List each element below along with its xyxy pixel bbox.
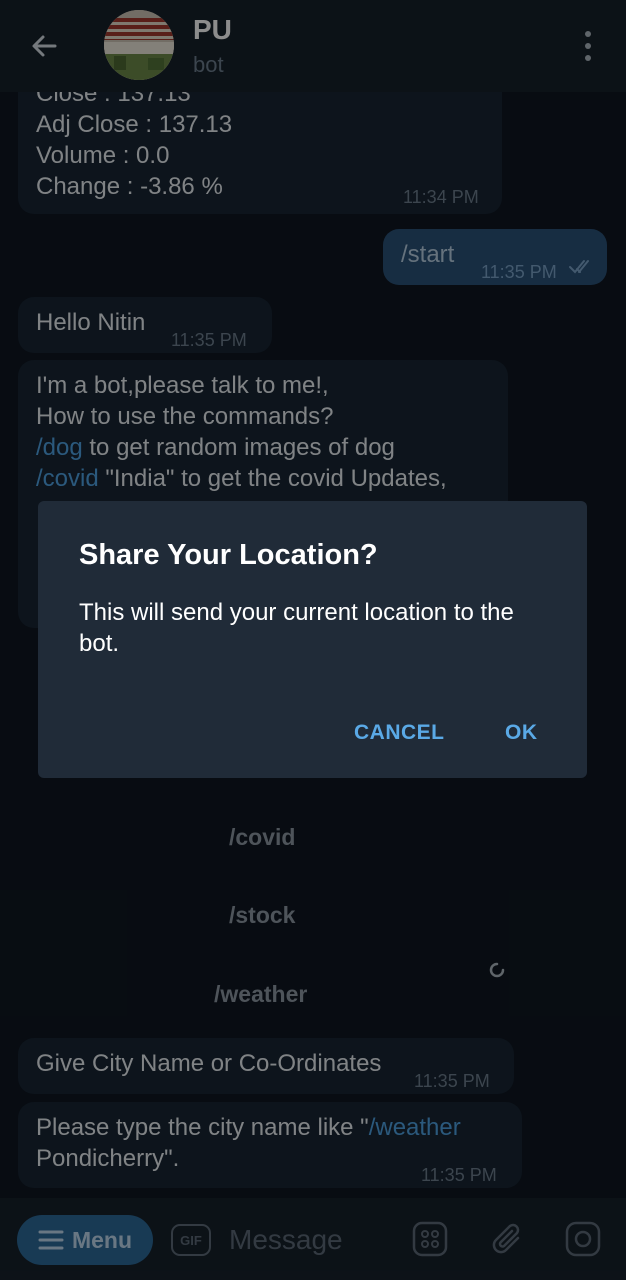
ok-button[interactable]: OK <box>505 721 538 745</box>
share-location-dialog: Share Your Location? This will send your… <box>38 501 587 778</box>
cancel-button[interactable]: CANCEL <box>354 721 445 745</box>
dialog-body: This will send your current location to … <box>79 599 514 657</box>
dialog-title: Share Your Location? <box>79 539 378 571</box>
